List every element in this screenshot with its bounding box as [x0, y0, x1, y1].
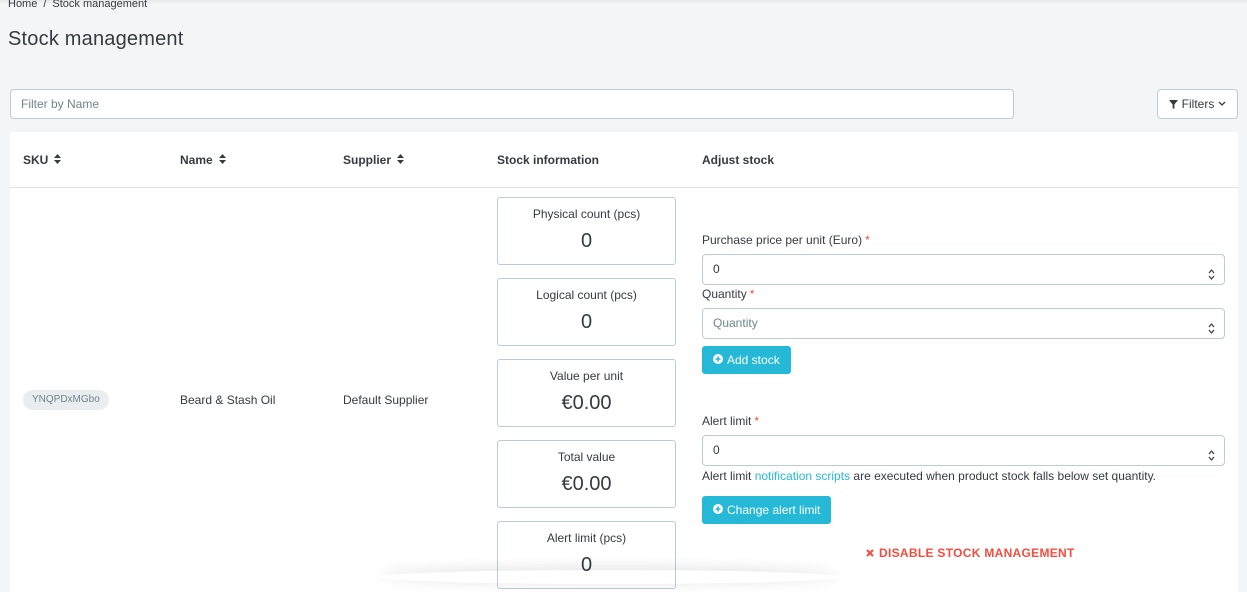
stat-label: Logical count (pcs) — [536, 288, 637, 302]
stat-value: 0 — [580, 230, 593, 252]
filter-by-name-input[interactable] — [10, 89, 1014, 119]
column-header-sku-label: SKU — [23, 153, 49, 167]
purchase-price-value: 0 — [713, 262, 720, 276]
help-suffix: are executed when product stock falls be… — [853, 469, 1157, 483]
top-shadow — [0, 0, 1247, 4]
required-marker: * — [749, 287, 755, 301]
plus-circle-icon — [713, 503, 723, 517]
required-marker: * — [754, 414, 760, 428]
breadcrumb: Home / Stock management — [8, 0, 147, 10]
sort-icon[interactable] — [54, 153, 62, 167]
add-stock-button[interactable]: Add stock — [702, 346, 791, 374]
change-alert-limit-button-label: Change alert limit — [727, 503, 821, 517]
change-alert-limit-button[interactable]: Change alert limit — [702, 496, 832, 524]
stat-value: €0.00 — [561, 392, 612, 414]
purchase-price-label-text: Purchase price per unit (Euro) — [702, 233, 863, 247]
sort-icon[interactable] — [397, 153, 405, 167]
alert-limit-input[interactable]: 0 — [702, 435, 1225, 466]
sku-badge: YNQPDxMGbo — [23, 390, 109, 410]
breadcrumb-home[interactable]: Home — [8, 0, 37, 10]
column-header-supplier[interactable]: Supplier — [343, 153, 405, 167]
purchase-price-input[interactable]: 0 — [702, 254, 1225, 285]
column-header-stock-information-label: Stock information — [497, 153, 600, 167]
stock-table: SKU Name Supplier Stock information Adju… — [10, 132, 1238, 592]
add-stock-button-label: Add stock — [727, 353, 780, 367]
quantity-input[interactable]: Quantity — [702, 308, 1225, 339]
logical-count-box: Logical count (pcs) 0 — [497, 278, 676, 346]
chevron-down-icon — [1218, 101, 1226, 107]
disable-stock-management-label: DISABLE STOCK MANAGEMENT — [879, 546, 1075, 560]
filters-button[interactable]: Filters — [1157, 89, 1238, 119]
stat-label: Total value — [557, 450, 616, 464]
purchase-price-label: Purchase price per unit (Euro) * — [702, 233, 870, 247]
breadcrumb-current: Stock management — [52, 0, 148, 10]
column-header-sku[interactable]: SKU — [23, 153, 62, 167]
total-value-box: Total value €0.00 — [497, 440, 676, 508]
alert-limit-help-text: Alert limit notification scripts are exe… — [702, 469, 1156, 483]
quantity-placeholder: Quantity — [713, 316, 758, 330]
required-marker: * — [865, 233, 870, 247]
column-header-name[interactable]: Name — [180, 153, 226, 167]
stat-value: €0.00 — [561, 473, 612, 495]
column-header-supplier-label: Supplier — [343, 153, 392, 167]
quantity-label: Quantity * — [702, 287, 754, 301]
quantity-label-text: Quantity — [702, 287, 747, 301]
spinner-icon[interactable] — [1208, 444, 1215, 473]
disable-stock-management-link[interactable]: DISABLE STOCK MANAGEMENT — [866, 546, 1075, 560]
value-per-unit-box: Value per unit €0.00 — [497, 359, 676, 427]
spinner-icon[interactable] — [1208, 317, 1215, 346]
close-icon — [866, 546, 874, 560]
column-header-adjust-stock: Adjust stock — [702, 153, 774, 167]
spinner-icon[interactable] — [1208, 263, 1215, 292]
alert-limit-label-text: Alert limit — [702, 414, 752, 428]
product-name: Beard & Stash Oil — [180, 393, 276, 407]
supplier-name: Default Supplier — [343, 393, 429, 407]
alert-limit-value: 0 — [713, 443, 720, 457]
table-header: SKU Name Supplier Stock information Adju… — [10, 132, 1238, 188]
filters-button-label: Filters — [1181, 97, 1215, 111]
stat-label: Value per unit — [549, 369, 624, 383]
physical-count-box: Physical count (pcs) 0 — [497, 197, 676, 265]
sort-icon[interactable] — [218, 153, 226, 167]
bottom-shadow — [380, 570, 840, 584]
stat-label: Alert limit (pcs) — [546, 531, 627, 545]
filter-icon — [1168, 99, 1178, 109]
page-title: Stock management — [8, 28, 184, 50]
alert-limit-label: Alert limit * — [702, 414, 759, 428]
column-header-adjust-stock-label: Adjust stock — [702, 153, 775, 167]
column-header-name-label: Name — [180, 153, 213, 167]
stat-value: 0 — [580, 311, 593, 333]
breadcrumb-separator: / — [43, 0, 47, 10]
help-prefix: Alert limit — [702, 469, 752, 483]
column-header-stock-information: Stock information — [497, 153, 599, 167]
notification-scripts-link[interactable]: notification scripts — [755, 469, 850, 483]
stat-label: Physical count (pcs) — [532, 207, 641, 221]
plus-circle-icon — [713, 353, 723, 367]
